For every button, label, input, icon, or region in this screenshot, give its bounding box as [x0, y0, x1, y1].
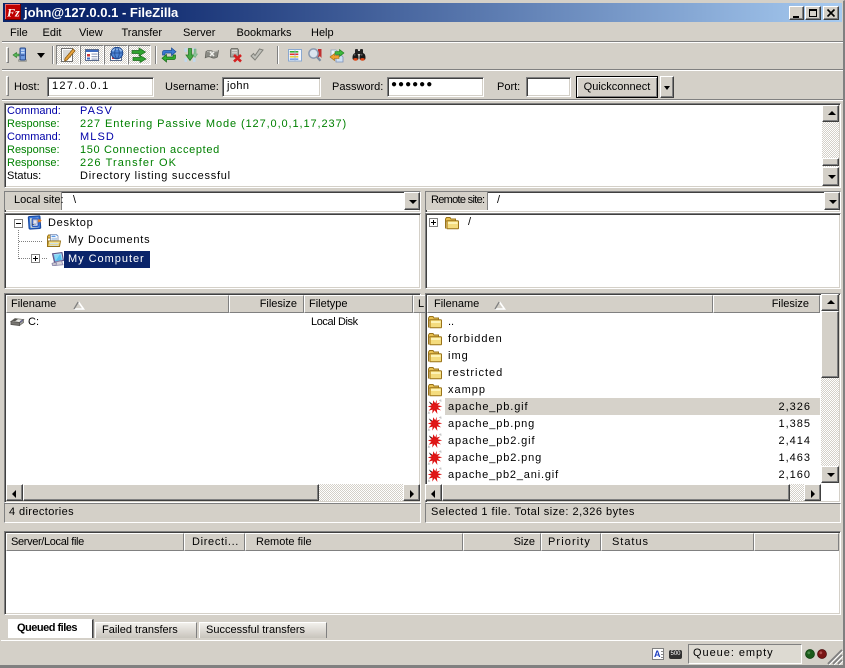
svg-text:Fz: Fz: [6, 6, 20, 20]
